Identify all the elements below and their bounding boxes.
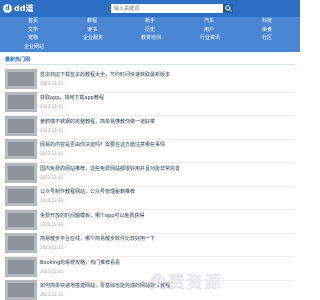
nav-item[interactable]: 科技 <box>262 18 272 25</box>
article-title[interactable]: 免费开放的时间轴模板，哪个app可以免费获得 <box>40 212 290 219</box>
article-meta: 2023-12-11 · <box>40 128 66 133</box>
article-thumbnail[interactable] <box>5 280 37 300</box>
article-thumbnail[interactable] <box>5 92 37 112</box>
article-meta: 2023-12-11 · <box>40 269 66 274</box>
section-divider <box>5 64 295 65</box>
article-meta: 2023-12-11 · <box>40 245 66 250</box>
site-logo-icon: d <box>3 4 12 13</box>
article-thumbnail[interactable] <box>5 139 37 159</box>
search-icon <box>224 5 232 12</box>
article-title[interactable]: 获取app，如何下载app教程 <box>40 94 290 101</box>
nav-item[interactable]: 企业网站 <box>24 44 44 51</box>
article-thumbnail[interactable] <box>5 186 37 206</box>
nav-item[interactable]: 新手 <box>145 18 155 25</box>
nav-item[interactable]: 读书 <box>87 27 97 34</box>
section-title: 最新热门网 <box>5 57 31 63</box>
article-meta: 2023-12-11 · <box>40 104 66 109</box>
article-meta: 2023-12-11 · <box>40 292 66 297</box>
nav-item[interactable]: 企业服务 <box>83 35 103 42</box>
article-meta: 2023-12-11 · <box>40 198 66 203</box>
watermark: 免费资源 <box>150 273 222 293</box>
article-thumbnail[interactable] <box>5 233 37 253</box>
article-thumbnail[interactable] <box>5 69 37 89</box>
search-input[interactable] <box>111 4 224 13</box>
article-item[interactable]: 网易的内容是否由你决定吗？需要在这方面注意哪些事情 2023-12-11 · <box>5 136 295 163</box>
nav-item[interactable]: 首页 <box>28 18 38 25</box>
article-title[interactable]: 黄鹤楼不锈钢的完整教程，简单易懂教你做一道好菜 <box>40 118 290 125</box>
search-button[interactable] <box>223 4 233 13</box>
site-header: d dd道 <box>0 0 300 17</box>
nav-item[interactable]: 教程 <box>87 18 97 25</box>
nav-item[interactable]: 行业资讯 <box>200 35 220 42</box>
nav-item[interactable]: 汽车 <box>204 18 214 25</box>
article-meta: 2023-12-11 · <box>40 81 66 86</box>
article-thumbnail[interactable] <box>5 210 37 230</box>
article-title[interactable]: 国内免费的网站推荐，这些免费网站都很好用并且功能非常完善 <box>40 165 290 172</box>
article-meta: 2023-12-11 · <box>40 222 66 227</box>
article-title[interactable]: Booking的系统攻略，热门推荐看看 <box>40 259 290 266</box>
article-title[interactable]: 简易散步平台在线，哪个简易散步软件比较好用一下 <box>40 235 290 242</box>
nav-item[interactable]: 教育培训 <box>141 35 161 42</box>
article-title[interactable]: 公众号制作教程网站，公众号管理秘籍推荐 <box>40 188 290 195</box>
nav-item[interactable]: 历史 <box>145 27 155 34</box>
article-thumbnail[interactable] <box>5 116 37 136</box>
site-logo-text: dd道 <box>14 4 34 13</box>
nav-item[interactable]: 用户 <box>204 27 214 34</box>
article-meta: 2023-12-11 · <box>40 151 66 156</box>
category-nav: 首页 教程 新手 汽车 科技 文学 读书 历史 用户 美食 宠物 企业服务 教育… <box>0 17 300 52</box>
article-meta: 2023-12-11 · <box>40 175 66 180</box>
nav-item[interactable]: 社区 <box>262 35 272 42</box>
article-title[interactable]: 网易的内容是否由你决定吗？需要在这方面注意哪些事情 <box>40 141 290 148</box>
article-item[interactable]: 简易散步平台在线，哪个简易散步软件比较好用一下 2023-12-11 · <box>5 230 295 257</box>
article-title[interactable]: 蓝伞商店下载蓝伞的教程大全，节约时间快速获取最新版本 <box>40 71 290 78</box>
nav-item[interactable]: 宠物 <box>28 35 38 42</box>
nav-item[interactable]: 美食 <box>262 27 272 34</box>
article-thumbnail[interactable] <box>5 163 37 183</box>
article-item[interactable]: 获取app，如何下载app教程 2023-12-11 · <box>5 89 295 116</box>
article-item[interactable]: 公众号制作教程网站，公众号管理秘籍推荐 2023-12-11 · <box>5 183 295 210</box>
article-thumbnail[interactable] <box>5 257 37 277</box>
site-logo[interactable]: d dd道 <box>3 3 33 14</box>
nav-item[interactable]: 文学 <box>28 27 38 34</box>
